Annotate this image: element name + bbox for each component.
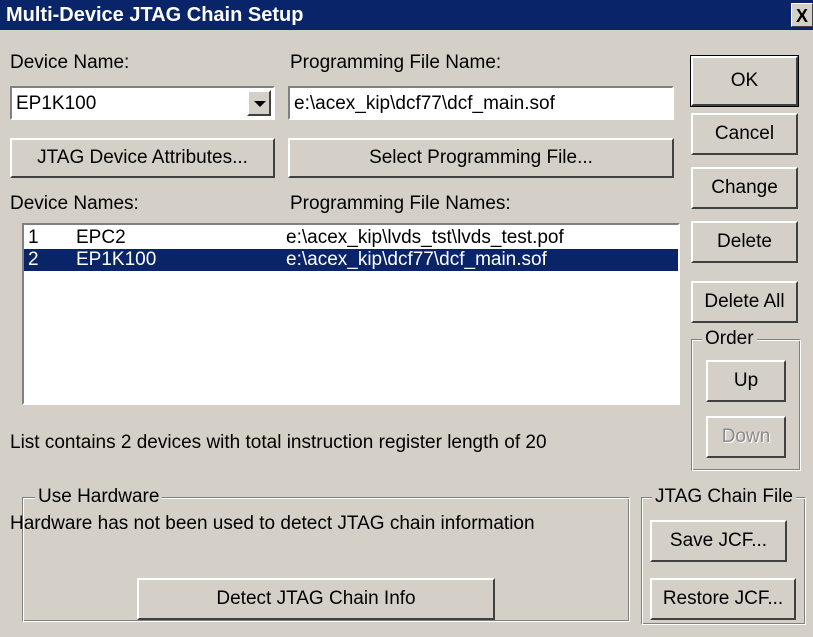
order-group-title: Order	[702, 328, 757, 350]
restore-jcf-button[interactable]: Restore JCF...	[650, 578, 796, 620]
device-names-header: Device Names:	[10, 193, 139, 214]
detect-jtag-chain-button[interactable]: Detect JTAG Chain Info	[137, 578, 495, 620]
programming-file-label: Programming File Name:	[290, 52, 502, 73]
delete-all-button[interactable]: Delete All	[691, 281, 798, 323]
programming-file-names-header: Programming File Names:	[290, 193, 511, 214]
chevron-down-icon[interactable]	[247, 90, 271, 116]
save-jcf-button[interactable]: Save JCF...	[650, 520, 787, 562]
title-bar: Multi-Device JTAG Chain Setup X	[0, 0, 813, 30]
row-device: EPC2	[76, 227, 126, 248]
row-number: 2	[28, 249, 39, 270]
row-file: e:\acex_kip\dcf77\dcf_main.sof	[286, 249, 547, 270]
use-hardware-title: Use Hardware	[35, 486, 163, 508]
down-button: Down	[706, 416, 786, 458]
select-programming-file-button[interactable]: Select Programming File...	[288, 138, 674, 178]
row-number: 1	[28, 227, 39, 248]
close-button[interactable]: X	[791, 3, 813, 27]
cancel-button[interactable]: Cancel	[691, 113, 798, 155]
jtag-chain-file-title: JTAG Chain File	[652, 486, 796, 508]
row-file: e:\acex_kip\lvds_tst\lvds_test.pof	[286, 227, 564, 248]
programming-file-value: e:\acex_kip\dcf77\dcf_main.sof	[294, 93, 555, 114]
device-name-label: Device Name:	[10, 52, 130, 73]
list-summary: List contains 2 devices with total instr…	[10, 432, 547, 453]
device-name-combo[interactable]: EP1K100	[10, 86, 275, 120]
up-button[interactable]: Up	[706, 360, 786, 402]
ok-button[interactable]: OK	[690, 55, 799, 107]
device-list[interactable]: 1 EPC2 e:\acex_kip\lvds_tst\lvds_test.po…	[22, 223, 680, 405]
programming-file-input[interactable]: e:\acex_kip\dcf77\dcf_main.sof	[288, 86, 674, 120]
window-title: Multi-Device JTAG Chain Setup	[6, 4, 304, 26]
delete-button[interactable]: Delete	[691, 221, 798, 263]
list-item-selected[interactable]: 2 EP1K100 e:\acex_kip\dcf77\dcf_main.sof	[24, 249, 678, 271]
row-device: EP1K100	[76, 249, 157, 270]
hardware-status-message: Hardware has not been used to detect JTA…	[10, 513, 535, 534]
jtag-device-attributes-button[interactable]: JTAG Device Attributes...	[10, 138, 275, 178]
close-icon: X	[795, 6, 808, 26]
change-button[interactable]: Change	[691, 167, 798, 209]
list-item[interactable]: 1 EPC2 e:\acex_kip\lvds_tst\lvds_test.po…	[24, 227, 678, 249]
device-name-value: EP1K100	[16, 93, 97, 114]
